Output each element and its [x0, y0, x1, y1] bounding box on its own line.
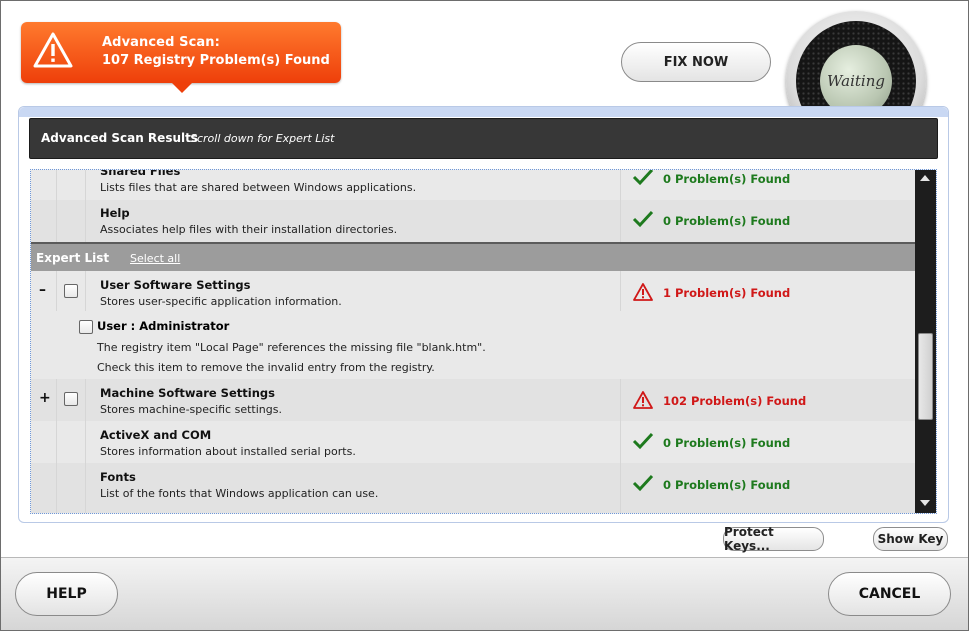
- list-item-shared-files[interactable]: Shared Files Lists files that are shared…: [31, 169, 915, 200]
- list-item-user-software[interactable]: – User Software Settings Stores user-spe…: [31, 271, 915, 313]
- list-item-fonts[interactable]: Fonts List of the fonts that Windows app…: [31, 463, 915, 513]
- detail-line-2: Check this item to remove the invalid en…: [97, 361, 435, 374]
- select-all-link[interactable]: Select all: [130, 252, 180, 265]
- detail-line-1: The registry item "Local Page" reference…: [97, 341, 486, 354]
- banner-problem-count: 107 Registry Problem(s) Found: [102, 53, 330, 68]
- item-desc: Associates help files with their install…: [100, 223, 398, 236]
- check-icon: [632, 170, 654, 186]
- item-detail-user-administrator: User : Administrator The registry item "…: [31, 311, 915, 379]
- expert-list-header: Expert List Select all: [31, 242, 915, 273]
- item-desc: Stores user-specific application informa…: [100, 295, 342, 308]
- check-icon: [632, 210, 654, 228]
- item-title: Shared Files: [100, 169, 181, 178]
- item-desc: Stores information about installed seria…: [100, 445, 356, 458]
- check-icon: [632, 432, 654, 450]
- item-desc: List of the fonts that Windows applicati…: [100, 487, 379, 500]
- collapse-toggle[interactable]: –: [39, 282, 46, 298]
- item-checkbox[interactable]: [64, 392, 78, 406]
- scan-alert-banner: Advanced Scan: 107 Registry Problem(s) F…: [21, 22, 341, 93]
- results-title: Advanced Scan Results: [41, 131, 198, 145]
- help-button[interactable]: HELP: [15, 572, 118, 616]
- banner-title: Advanced Scan:: [102, 35, 220, 50]
- list-item-activex-com[interactable]: ActiveX and COM Stores information about…: [31, 421, 915, 463]
- panel-top-strip: [19, 107, 948, 117]
- warning-icon: [33, 32, 73, 68]
- scroll-thumb[interactable]: [918, 333, 933, 420]
- show-key-button[interactable]: Show Key: [873, 527, 948, 551]
- expert-list-title: Expert List: [36, 251, 110, 265]
- detail-checkbox[interactable]: [79, 320, 93, 334]
- list-item-help[interactable]: Help Associates help files with their in…: [31, 200, 915, 242]
- item-checkbox[interactable]: [64, 284, 78, 298]
- results-subtitle: Scroll down for Expert List: [190, 132, 335, 145]
- item-title: User Software Settings: [100, 278, 251, 292]
- list-item-machine-software[interactable]: + Machine Software Settings Stores machi…: [31, 379, 915, 421]
- item-desc: Lists files that are shared between Wind…: [100, 181, 417, 194]
- protect-keys-button[interactable]: Protect Keys...: [723, 525, 824, 553]
- scroll-up-icon[interactable]: [920, 175, 930, 181]
- cancel-button[interactable]: CANCEL: [828, 572, 951, 616]
- fix-now-button[interactable]: FIX NOW: [621, 42, 771, 82]
- item-title: Machine Software Settings: [100, 386, 275, 400]
- warning-icon: [633, 283, 653, 301]
- results-header: Advanced Scan Results Scroll down for Ex…: [29, 118, 938, 159]
- results-panel: Advanced Scan Results Scroll down for Ex…: [18, 106, 949, 523]
- item-title: Help: [100, 206, 130, 220]
- scroll-down-icon[interactable]: [920, 500, 930, 506]
- expand-toggle[interactable]: +: [39, 390, 51, 406]
- list-scrollbar[interactable]: [915, 170, 936, 513]
- item-title: ActiveX and COM: [100, 428, 212, 442]
- item-desc: Stores machine-specific settings.: [100, 403, 282, 416]
- detail-title: User : Administrator: [97, 319, 230, 333]
- warning-icon: [633, 391, 653, 409]
- footer-bar: HELP CANCEL: [1, 557, 968, 630]
- check-icon: [632, 474, 654, 492]
- results-list[interactable]: Shared Files Lists files that are shared…: [30, 169, 937, 514]
- item-title: Fonts: [100, 470, 136, 484]
